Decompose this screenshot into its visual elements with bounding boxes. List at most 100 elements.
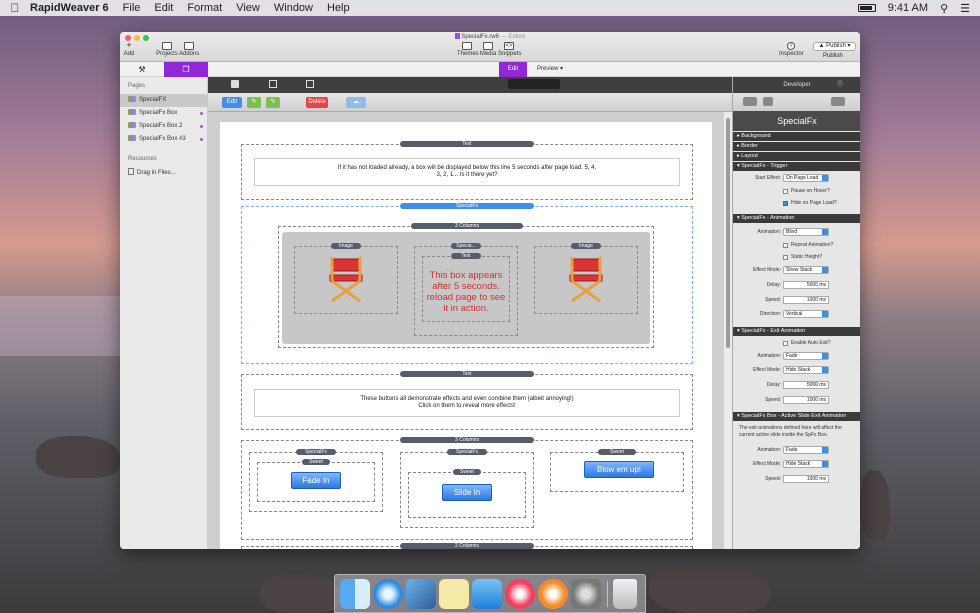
spotlight-search-icon[interactable]: ⚲ <box>940 2 948 15</box>
stack-tag-image[interactable]: Image <box>571 243 601 249</box>
stack-tag-specialfx[interactable]: SpecialFx <box>447 449 487 455</box>
stack-tag-image[interactable]: Image <box>331 243 361 249</box>
clock[interactable]: 9:41 AM <box>888 2 928 14</box>
stack-tag-sweet[interactable]: Sweet <box>598 449 636 455</box>
sidebar-page-specialfx[interactable]: SpecialFX <box>120 94 207 107</box>
start-effect-select[interactable]: On Page Load <box>783 174 829 182</box>
delay-field[interactable]: 5000 ms <box>783 281 829 289</box>
stack-tag-text[interactable]: Text <box>400 141 534 147</box>
publish-button[interactable]: ▲ Publish ▾ <box>813 42 856 51</box>
rapidweaver-icon[interactable] <box>406 579 436 609</box>
blow-em-up-button[interactable]: Blow em up! <box>584 461 654 478</box>
menu-file[interactable]: File <box>123 2 141 14</box>
eye-icon[interactable] <box>743 97 757 106</box>
scrollbar-thumb[interactable] <box>726 118 730 348</box>
exit-animation-select[interactable]: Fade <box>783 352 829 360</box>
edit-stack-button[interactable]: Edit <box>222 97 242 108</box>
effect-mode-select[interactable]: Show Stack <box>783 266 829 274</box>
exit-speed-field[interactable]: 1000 ms <box>783 396 829 404</box>
exit-delay-field[interactable]: 5000 ms <box>783 381 829 389</box>
box-speed-field[interactable]: 1000 ms <box>783 475 829 483</box>
itunes-icon[interactable] <box>505 579 535 609</box>
stack-tag-sweet[interactable]: Sweet <box>453 469 481 475</box>
tools-tab[interactable]: ⚒ <box>120 62 164 77</box>
stack-image-icon[interactable] <box>306 80 314 88</box>
static-height-checkbox[interactable] <box>783 255 788 260</box>
finder-icon[interactable] <box>340 579 370 609</box>
battery-icon[interactable] <box>857 4 876 12</box>
slide-in-button[interactable]: Slide In <box>442 484 492 501</box>
status-dot <box>200 112 203 115</box>
delete-stack-button[interactable]: Delete <box>306 97 328 108</box>
menu-help[interactable]: Help <box>327 2 350 14</box>
menu-app-name[interactable]: RapidWeaver 6 <box>30 2 109 14</box>
canvas-scrollbar[interactable] <box>724 112 732 549</box>
section-box-exit-animation[interactable]: ▾ SpecialFx Box - Active Slide Exit Anim… <box>733 412 860 421</box>
info-icon[interactable]: ⓘ <box>837 77 843 93</box>
stack-library-icon[interactable] <box>231 80 239 88</box>
box-effect-mode-select[interactable]: Hide Stack <box>783 460 829 468</box>
media-button[interactable]: Media <box>479 42 497 57</box>
section-animation[interactable]: ▾ SpecialFx - Animation <box>733 214 860 223</box>
menu-edit[interactable]: Edit <box>154 2 173 14</box>
stack-tag-text[interactable]: Text <box>451 253 481 259</box>
stack-tag-specialfx[interactable]: SpecialFx <box>296 449 336 455</box>
lock-icon[interactable] <box>763 97 773 106</box>
section-border[interactable]: ▸ Border <box>733 142 860 151</box>
menu-view[interactable]: View <box>236 2 260 14</box>
repeat-animation-checkbox[interactable] <box>783 243 788 248</box>
hide-on-load-checkbox[interactable] <box>783 201 788 206</box>
drag-in-files[interactable]: Drag in Files... <box>120 167 207 180</box>
safari-icon[interactable] <box>373 579 403 609</box>
device-width-switch[interactable] <box>508 79 560 89</box>
stack-tag-specia[interactable]: Specia... <box>451 243 481 249</box>
sidebar-page-specialfx-box-3[interactable]: SpecialFx Box #3 <box>120 133 207 146</box>
section-exit-animation[interactable]: ▾ SpecialFx - Exit Animation <box>733 327 860 336</box>
stack-layout-icon[interactable] <box>269 80 277 88</box>
sidebar-page-specialfx-box[interactable]: SpecialFx Box <box>120 107 207 120</box>
trash-icon[interactable] <box>613 579 637 609</box>
addons-button[interactable]: Addons <box>179 42 199 57</box>
stack-tag-sweet[interactable]: Sweet <box>302 459 330 465</box>
preview-tab[interactable]: Preview ▾ <box>532 62 568 77</box>
inspector-button[interactable]: i Inspector <box>779 42 804 57</box>
section-background[interactable]: ▸ Background <box>733 132 860 141</box>
speed-field[interactable]: 1000 ms <box>783 296 829 304</box>
notes-icon[interactable] <box>439 579 469 609</box>
paste-stack-button[interactable]: ✎ <box>266 97 280 108</box>
stack-settings-icon[interactable] <box>831 97 845 106</box>
director-chair-image[interactable] <box>566 254 606 304</box>
section-layout[interactable]: ▸ Layout <box>733 152 860 161</box>
menu-format[interactable]: Format <box>187 2 222 14</box>
exit-effect-mode-select[interactable]: Hide Stack <box>783 366 829 374</box>
edit-tab[interactable]: Edit <box>499 62 527 77</box>
stack-tag-3-columns[interactable]: 3 Columns <box>411 223 523 229</box>
box-animation-select[interactable]: Fade <box>783 446 829 454</box>
pause-on-hover-checkbox[interactable] <box>783 189 788 194</box>
sidebar-page-specialfx-box-2[interactable]: SpecialFx Box 2 <box>120 120 207 133</box>
appstore-icon[interactable] <box>472 579 502 609</box>
stack-tag-2-columns[interactable]: 2 Columns <box>400 543 534 549</box>
document-icon <box>454 33 460 39</box>
projects-button[interactable]: Projects <box>156 42 178 57</box>
add-button[interactable]: + Add <box>123 41 135 58</box>
cloud-button[interactable]: ☁ <box>346 97 366 108</box>
director-chair-image[interactable] <box>326 254 366 304</box>
themes-button[interactable]: Themes <box>457 42 479 57</box>
section-trigger[interactable]: ▾ SpecialFx - Trigger <box>733 162 860 171</box>
stack-tag-text[interactable]: Text <box>400 371 534 377</box>
ibooks-icon[interactable] <box>538 579 568 609</box>
menu-window[interactable]: Window <box>274 2 313 14</box>
pages-tab[interactable]: ❐ <box>164 62 208 77</box>
apple-icon[interactable]:  <box>0 1 30 15</box>
auto-exit-checkbox[interactable] <box>783 341 788 346</box>
system-preferences-icon[interactable] <box>571 579 601 609</box>
stack-tag-3-columns[interactable]: 3 Columns <box>400 437 534 443</box>
copy-stack-button[interactable]: ✎ <box>247 97 261 108</box>
stack-tag-specialfx[interactable]: SpecialFx <box>400 203 534 209</box>
animation-select[interactable]: Blind <box>783 228 829 236</box>
direction-select[interactable]: Vertical <box>783 310 829 318</box>
notification-center-icon[interactable]: ☰ <box>960 2 970 15</box>
snippets-button[interactable]: <> Snippets <box>498 42 521 57</box>
fade-in-button[interactable]: Fade In <box>291 472 341 489</box>
